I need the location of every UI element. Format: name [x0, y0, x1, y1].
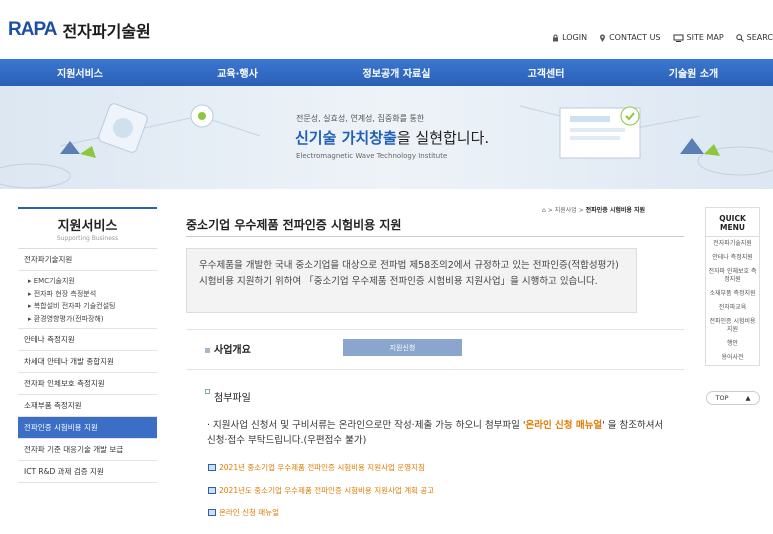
pin-icon	[600, 34, 606, 42]
quick-item[interactable]: 소재부품 측정지원	[706, 287, 759, 301]
banner-subtitle: 전문성, 실효성, 연계성, 집중화를 통한	[296, 114, 425, 123]
sidebar-item-human-protection[interactable]: 전자파 인체보호 측정지원	[18, 373, 157, 395]
quick-menu-title: QUICK MENU	[706, 208, 759, 237]
search-label: SEARC	[746, 33, 773, 42]
sidebar-submenu: ▸ EMC기술지원 ▸ 전자파 현장 측정분석 ▸ 복합설비 전자파 기술컨설팅…	[18, 271, 157, 329]
file-link[interactable]: 온라인 신청 매뉴얼	[208, 507, 279, 518]
divider	[186, 369, 684, 370]
quick-menu: QUICK MENU 전자파기술지원 안테나 측정지원 전자파 인체보호 측정지…	[705, 207, 760, 366]
breadcrumb-sep: >	[578, 207, 584, 214]
banner-title-highlight: 신기술 가치창출	[295, 129, 397, 147]
section-attachments-label: 첨부파일	[214, 393, 251, 404]
breadcrumb: ⌂ > 지원사업 > 전파인증 시험비용 지원	[542, 205, 645, 214]
monitor-icon	[673, 34, 684, 42]
sidebar-subitem-emc[interactable]: ▸ EMC기술지원	[28, 275, 157, 288]
sidebar-item-emtech[interactable]: 전자파기술지원	[18, 249, 157, 271]
intro-box: 우수제품을 개발한 국내 중소기업을 대상으로 전파법 제58조의2에서 규정하…	[186, 248, 637, 313]
file-link-label: 2021년 중소기업 우수제품 전파인증 시험비용 지원사업 운영지침	[219, 463, 425, 472]
sitemap-label: SITE MAP	[686, 33, 724, 42]
section-overview-heading: 사업개요	[205, 341, 251, 356]
utility-menu: LOGIN CONTACT US SITE MAP SEARC	[552, 33, 773, 42]
login-label: LOGIN	[562, 33, 588, 42]
quick-item[interactable]: 전자파 인체보호 측정지원	[706, 265, 759, 287]
note-highlight: 온라인 신청 매뉴얼	[525, 420, 603, 431]
sitemap-link[interactable]: SITE MAP	[673, 33, 724, 42]
logo-mark: RAPA	[8, 19, 57, 40]
logo-name: 전자파기술원	[62, 22, 151, 41]
banner-english: Electromagnetic Wave Technology Institut…	[296, 152, 448, 160]
breadcrumb-current: 전파인증 시험비용 지원	[585, 207, 646, 214]
quick-item[interactable]: 전자파기술지원	[706, 237, 759, 251]
nav-info[interactable]: 정보공개 자료실	[315, 59, 478, 86]
file-link-label: 온라인 신청 매뉴얼	[219, 508, 279, 517]
sidebar-item-certification[interactable]: 전파인증 시험비용 지원	[18, 417, 157, 439]
section-attachments-heading: 첨부파일	[205, 389, 251, 404]
attachment-note: · 지원사업 신청서 및 구비서류는 온라인으로만 작성·제출 가능 하오니 첨…	[207, 418, 667, 448]
login-link[interactable]: LOGIN	[552, 33, 587, 42]
sidebar-item-standards[interactable]: 전자파 기준 대응기술 개발 보급	[18, 439, 157, 461]
breadcrumb-parent[interactable]: 지원사업	[555, 207, 577, 214]
sidebar-subitem-env[interactable]: ▸ 환경영향평가(전파장해)	[28, 313, 157, 326]
quick-item[interactable]: 전파인증 시험비용 지원	[706, 315, 759, 337]
sidebar-subitem-consult[interactable]: ▸ 복합설비 전자파 기술컨설팅	[28, 300, 157, 313]
file-icon	[208, 487, 216, 494]
file-link[interactable]: 2021년도 중소기업 우수제품 전파인증 시험비용 지원사업 계획 공고	[208, 485, 434, 496]
sidebar-item-rnd[interactable]: ICT R&D 과제 검증 지원	[18, 461, 157, 483]
home-icon[interactable]: ⌂	[542, 207, 546, 214]
search-icon	[735, 33, 744, 42]
sidebar-title: 지원서비스	[57, 219, 118, 234]
sidebar-subitem-field[interactable]: ▸ 전자파 현장 측정분석	[28, 288, 157, 301]
banner-title: 신기술 가치창출을 실현합니다.	[295, 127, 489, 148]
sidebar-subtitle: Supporting Business	[56, 235, 119, 242]
contact-link[interactable]: CONTACT US	[599, 33, 661, 42]
sidebar: 지원서비스 Supporting Business 전자파기술지원 ▸ EMC기…	[18, 207, 157, 483]
divider	[186, 329, 684, 330]
nav-support[interactable]: 지원서비스	[0, 59, 160, 86]
sidebar-item-next-antenna[interactable]: 차세대 안테나 개발 종합지원	[18, 351, 157, 373]
banner-title-rest: 을 실현합니다.	[396, 129, 490, 147]
nav-about[interactable]: 기술원 소개	[614, 59, 773, 86]
apply-button[interactable]: 지원신청	[343, 339, 462, 356]
site-logo[interactable]: RAPA 전자파기술원	[8, 18, 151, 42]
bullet-square-icon	[205, 389, 210, 394]
file-link[interactable]: 2021년 중소기업 우수제품 전파인증 시험비용 지원사업 운영지침	[208, 462, 425, 473]
note-text-pre: · 지원사업 신청서 및 구비서류는 온라인으로만 작성·제출 가능 하오니 첨…	[207, 420, 526, 431]
arrow-up-icon: ▲	[745, 394, 751, 402]
file-link-label: 2021년도 중소기업 우수제품 전파인증 시험비용 지원사업 계획 공고	[219, 486, 435, 495]
quick-item[interactable]: 용어사전	[706, 351, 759, 365]
section-overview-label: 사업개요	[214, 345, 251, 356]
top-label: TOP	[715, 394, 729, 402]
bullet-square-icon	[205, 347, 210, 353]
file-icon	[208, 509, 216, 516]
top-button[interactable]: TOP ▲	[706, 391, 760, 405]
quick-item[interactable]: 행안	[706, 337, 759, 351]
quick-item[interactable]: 안테나 측정지원	[706, 251, 759, 265]
lock-icon	[553, 34, 559, 41]
contact-label: CONTACT US	[609, 33, 661, 42]
title-divider	[186, 236, 684, 237]
quick-item[interactable]: 전자파교육	[706, 301, 759, 315]
sidebar-item-materials[interactable]: 소재부품 측정지원	[18, 395, 157, 417]
main-navigation: 지원서비스 교육·행사 정보공개 자료실 고객센터 기술원 소개	[0, 59, 773, 86]
nav-education[interactable]: 교육·행사	[160, 59, 315, 86]
file-icon	[208, 464, 216, 471]
hero-banner: 전문성, 실효성, 연계성, 집중화를 통한 신기술 가치창출을 실현합니다. …	[0, 86, 773, 189]
sidebar-header: 지원서비스 Supporting Business	[18, 207, 157, 249]
search-link[interactable]: SEARC	[735, 33, 773, 42]
sidebar-item-antenna[interactable]: 안테나 측정지원	[18, 329, 157, 351]
nav-customer[interactable]: 고객센터	[478, 59, 614, 86]
page-title: 중소기업 우수제품 전파인증 시험비용 지원	[186, 218, 402, 232]
breadcrumb-sep: >	[547, 207, 553, 214]
